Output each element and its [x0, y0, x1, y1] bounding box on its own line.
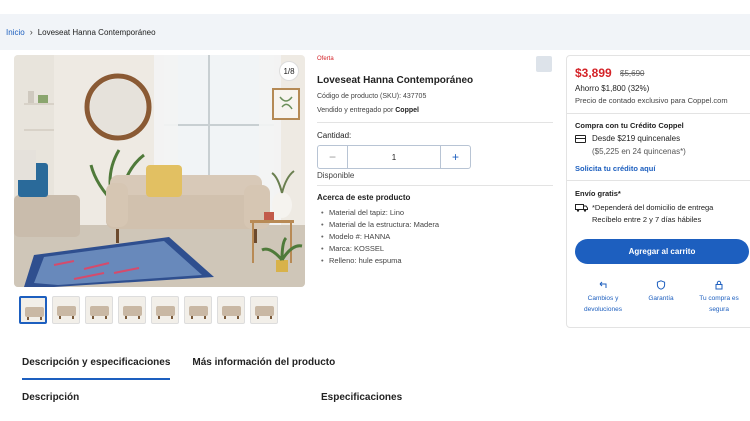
- current-price: $3,899: [575, 66, 612, 80]
- returns-icon: [599, 281, 607, 288]
- cash-price-note: Precio de contado exclusivo para Coppel.…: [575, 96, 728, 105]
- credit-from: Desde $219 quincenales: [592, 134, 681, 143]
- product-main-image[interactable]: [14, 55, 305, 287]
- credit-title: Compra con tu Crédito Coppel: [575, 121, 684, 130]
- divider: [317, 185, 553, 186]
- secure-label-2: segura: [709, 306, 729, 313]
- secure-purchase-link[interactable]: Tu compra es segura: [691, 280, 747, 315]
- original-price: $5,690: [620, 69, 645, 78]
- divider: [317, 122, 553, 123]
- returns-label-2: devoluciones: [584, 306, 622, 313]
- availability-status: Disponible: [317, 171, 355, 180]
- living-room-photo: [14, 55, 305, 287]
- thumbnail-6[interactable]: [184, 296, 212, 324]
- quantity-value[interactable]: 1: [348, 146, 440, 168]
- thumbnail-5[interactable]: [151, 296, 179, 324]
- shipping-eta: Recíbelo entre 2 y 7 días hábiles: [592, 215, 702, 224]
- returns-link[interactable]: Cambios y devoluciones: [575, 280, 631, 315]
- thumbnail-4[interactable]: [118, 296, 146, 324]
- quantity-increase-button[interactable]: +: [440, 146, 470, 168]
- product-tabs: Descripción y especificaciones Más infor…: [22, 357, 335, 380]
- top-bar: [0, 0, 750, 14]
- about-title: Acerca de este producto: [317, 193, 411, 202]
- feature-item: Marca: KOSSEL: [321, 243, 439, 255]
- shipping-title: Envío gratis*: [575, 189, 621, 198]
- feature-item: Material de la estructura: Madera: [321, 219, 439, 231]
- feature-list: Material del tapiz: Lino Material de la …: [321, 207, 439, 267]
- feature-item: Modelo #: HANNA: [321, 231, 439, 243]
- breadcrumb-current: Loveseat Hanna Contemporáneo: [37, 27, 156, 37]
- thumbnail-2[interactable]: [52, 296, 80, 324]
- seller-line: Vendido y entregado por Coppel: [317, 107, 419, 114]
- description-heading: Descripción: [22, 392, 80, 403]
- shield-icon: [656, 280, 666, 290]
- feature-item: Material del tapiz: Lino: [321, 207, 439, 219]
- favorite-icon[interactable]: [536, 56, 552, 72]
- warranty-label: Garantía: [648, 295, 674, 302]
- divider: [567, 180, 750, 181]
- image-counter: 1/8: [279, 61, 299, 81]
- seller-prefix: Vendido y entregado por: [317, 107, 394, 114]
- product-info: Oferta Loveseat Hanna Contemporáneo Códi…: [317, 56, 553, 114]
- product-sku: Código de producto (SKU): 437705: [317, 93, 427, 100]
- shipping-note: *Dependerá del domicilio de entrega: [592, 203, 714, 212]
- thumbnail-7[interactable]: [217, 296, 245, 324]
- specs-heading: Especificaciones: [321, 392, 403, 403]
- warranty-link[interactable]: Garantía: [633, 280, 689, 304]
- thumbnail-strip: [19, 296, 278, 324]
- add-to-cart-button[interactable]: Agregar al carrito: [575, 239, 749, 264]
- offer-badge: Oferta: [317, 56, 334, 62]
- secure-label-1: Tu compra es: [699, 295, 739, 302]
- savings-text: Ahorro $1,800 (32%): [575, 84, 650, 93]
- lock-icon: [715, 280, 723, 290]
- quantity-label: Cantidad:: [317, 131, 352, 140]
- breadcrumb: Inicio › Loveseat Hanna Contemporáneo: [6, 27, 156, 37]
- thumbnail-8[interactable]: [250, 296, 278, 324]
- product-title: Loveseat Hanna Contemporáneo: [317, 75, 474, 86]
- feature-item: Relleno: hule espuma: [321, 255, 439, 267]
- seller-name: Coppel: [395, 107, 419, 114]
- credit-apply-link[interactable]: Solicita tu crédito aquí: [575, 164, 655, 173]
- divider: [567, 113, 750, 114]
- thumbnail-1[interactable]: [19, 296, 47, 324]
- credit-total: ($5,225 en 24 quincenas*): [592, 147, 686, 156]
- buy-box: $3,899 $5,690 Ahorro $1,800 (32%) Precio…: [566, 55, 750, 328]
- quantity-stepper: − 1 +: [317, 145, 471, 169]
- credit-card-icon: [575, 135, 586, 143]
- thumbnail-3[interactable]: [85, 296, 113, 324]
- returns-label-1: Cambios y: [587, 295, 619, 302]
- tab-more-info[interactable]: Más información del producto: [192, 357, 335, 380]
- truck-icon: [575, 204, 588, 212]
- tab-description-specs[interactable]: Descripción y especificaciones: [22, 357, 171, 380]
- quantity-decrease-button[interactable]: −: [318, 146, 348, 168]
- chevron-right-icon: ›: [29, 27, 33, 37]
- breadcrumb-home-link[interactable]: Inicio: [6, 28, 25, 37]
